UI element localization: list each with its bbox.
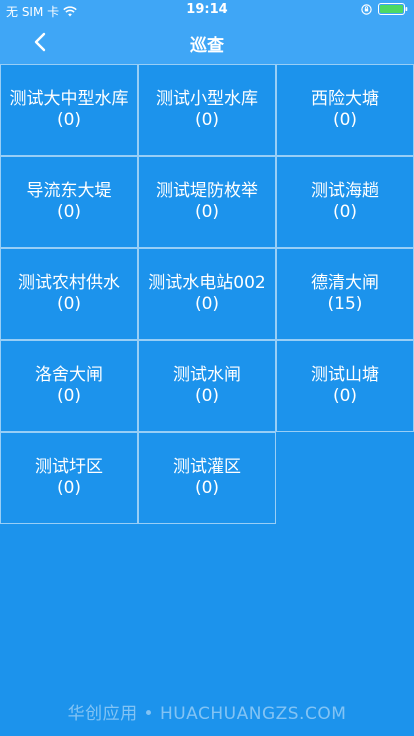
tile-name: 测试小型水库 — [156, 89, 258, 109]
tile-name: 测试圩区 — [35, 457, 103, 477]
tile-name: 测试水电站002 — [148, 273, 266, 293]
tile-name: 测试大中型水库 — [9, 89, 129, 109]
page-title: 巡查 — [190, 36, 224, 56]
tile-count: (0) — [56, 478, 82, 498]
tile-test-seawall[interactable]: 测试海趟 (0) — [276, 156, 414, 248]
tile-name: 测试堤防枚举 — [156, 181, 258, 201]
tile-hydropower-station[interactable]: 测试水电站002 (0) — [138, 248, 276, 340]
tile-count: (0) — [332, 386, 358, 406]
tile-xixian-datang[interactable]: 西险大塘 (0) — [276, 64, 414, 156]
status-bar: 无 SIM 卡 19:14 — [0, 0, 414, 20]
battery-icon — [378, 3, 408, 15]
tile-name: 测试农村供水 — [18, 273, 120, 293]
tile-luoshe-sluice[interactable]: 洛舍大闸 (0) — [0, 340, 138, 432]
tile-test-sluice[interactable]: 测试水闸 (0) — [138, 340, 276, 432]
tile-mountain-pond[interactable]: 测试山塘 (0) — [276, 340, 414, 432]
tile-deqing-sluice[interactable]: 德清大闸 (15) — [276, 248, 414, 340]
tile-count: (0) — [56, 202, 82, 222]
tile-count: (0) — [332, 202, 358, 222]
tile-name: 测试海趟 — [311, 181, 379, 201]
watermark: 华创应用 • HUACHUANGZS.COM — [67, 704, 347, 724]
tile-count: (0) — [194, 294, 220, 314]
tile-count: (0) — [194, 110, 220, 130]
tile-large-medium-reservoir[interactable]: 测试大中型水库 (0) — [0, 64, 138, 156]
tile-name: 测试灌区 — [173, 457, 241, 477]
category-grid: 测试大中型水库 (0) 测试小型水库 (0) 西险大塘 (0) 导流东大堤 (0… — [0, 64, 414, 524]
nav-bar: 巡查 — [0, 20, 414, 64]
tile-count: (0) — [194, 386, 220, 406]
status-right — [361, 3, 408, 15]
tile-name: 德清大闸 — [311, 273, 379, 293]
tile-count: (0) — [194, 202, 220, 222]
tile-name: 洛舍大闸 — [35, 365, 103, 385]
tile-count: (0) — [56, 386, 82, 406]
tile-dike-enum[interactable]: 测试堤防枚举 (0) — [138, 156, 276, 248]
tile-rural-water-supply[interactable]: 测试农村供水 (0) — [0, 248, 138, 340]
tile-name: 测试山塘 — [311, 365, 379, 385]
tile-count: (0) — [56, 110, 82, 130]
tile-count: (0) — [332, 110, 358, 130]
tile-name: 测试水闸 — [173, 365, 241, 385]
tile-small-reservoir[interactable]: 测试小型水库 (0) — [138, 64, 276, 156]
tile-diversion-east-dike[interactable]: 导流东大堤 (0) — [0, 156, 138, 248]
status-time: 19:14 — [186, 2, 228, 17]
tile-irrigation-area[interactable]: 测试灌区 (0) — [138, 432, 276, 524]
tile-name: 导流东大堤 — [26, 181, 112, 201]
tile-name: 西险大塘 — [311, 89, 379, 109]
tile-count: (0) — [194, 478, 220, 498]
orientation-lock-icon — [361, 3, 372, 15]
tile-count: (15) — [327, 294, 363, 314]
tile-count: (0) — [56, 294, 82, 314]
tile-polder-area[interactable]: 测试圩区 (0) — [0, 432, 138, 524]
